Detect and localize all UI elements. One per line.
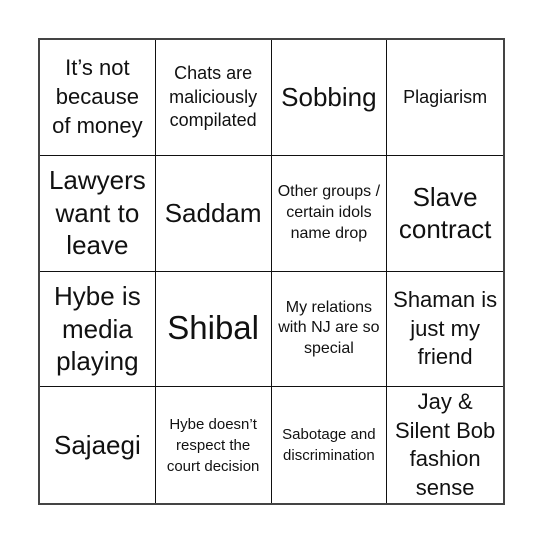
bingo-cell[interactable]: Saddam [155,155,272,272]
cell-text: Other groups / certain idols name drop [277,182,381,242]
bingo-cell[interactable]: Shibal [155,271,272,388]
bingo-cell[interactable]: Other groups / certain idols name drop [271,155,388,272]
cell-text: Slave contract [398,181,492,245]
cell-text: Hybe is media playing [54,281,141,377]
cell-text: Shibal [167,309,259,347]
cell-text: Chats are maliciously compilated [169,63,258,131]
bingo-cell[interactable]: Shaman is just my friend [387,272,503,388]
cell-text: Hybe doesn’t respect the court decision [166,415,260,475]
cell-text: Lawyers want to leave [48,165,146,261]
bingo-cell[interactable]: Sobbing [271,40,388,156]
bingo-cell[interactable]: Lawyers want to leave [40,155,156,272]
cell-text: It’s not because of money [52,55,143,138]
bingo-cell[interactable]: Sabotage and discrimination [272,387,388,503]
bingo-cell[interactable]: Plagiarism [387,40,503,156]
cell-text: Sajaegi [54,429,141,460]
cell-text: Sabotage and discrimination [282,426,376,465]
bingo-board: It’s not because of money Chats are mali… [38,38,505,505]
cell-text: Jay & Silent Bob fashion sense [394,388,496,500]
bingo-cell[interactable]: Jay & Silent Bob fashion sense [387,387,503,503]
cell-text: Saddam [164,197,262,228]
cell-text: Sobbing [281,82,377,113]
cell-text: Plagiarism [403,86,488,107]
cell-text: Shaman is just my friend [393,286,498,370]
bingo-cell[interactable]: Slave contract [387,156,503,272]
cell-text: My relations with NJ are so special [278,298,380,358]
bingo-cell[interactable]: Sajaegi [40,387,156,503]
bingo-cell[interactable]: Hybe is media playing [40,271,156,388]
bingo-cell[interactable]: Hybe doesn’t respect the court decision [156,387,272,503]
bingo-cell[interactable]: My relations with NJ are so special [271,271,388,388]
bingo-cell[interactable]: It’s not because of money [40,40,156,156]
bingo-cell[interactable]: Chats are maliciously compilated [155,40,272,156]
